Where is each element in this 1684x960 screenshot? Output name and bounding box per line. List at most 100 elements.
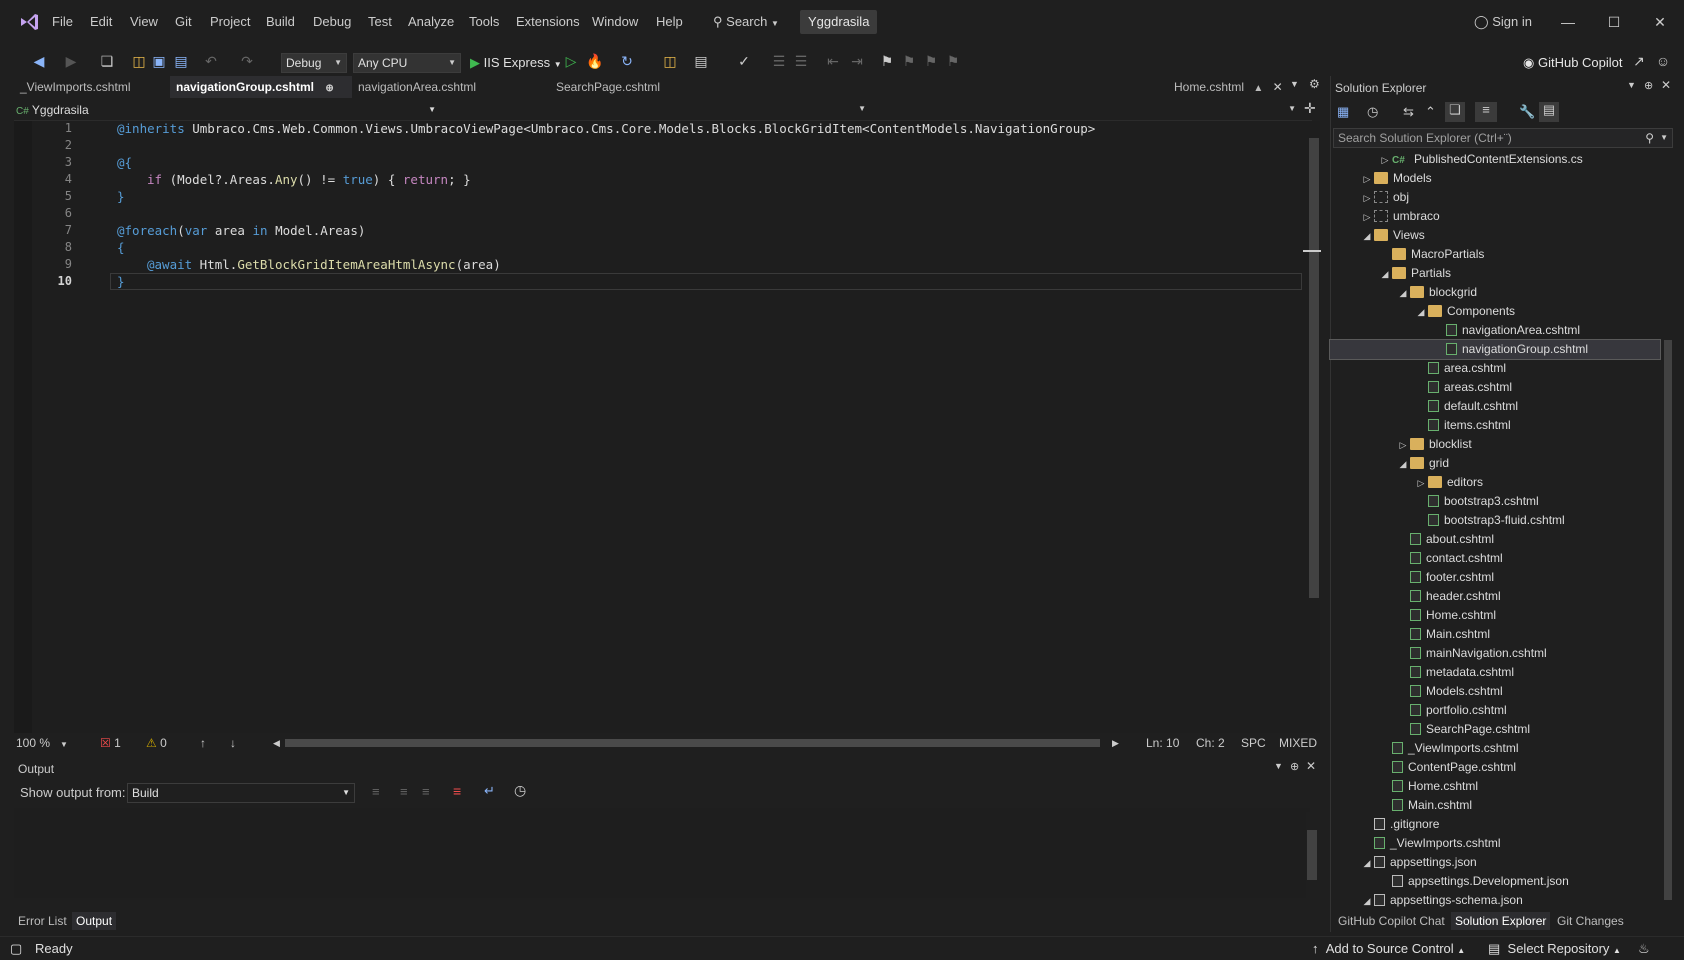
tree-item[interactable]: Models.cshtml <box>1330 682 1660 701</box>
tree-item[interactable]: areas.cshtml <box>1330 378 1660 397</box>
tree-item-selected[interactable]: navigationGroup.cshtml <box>1329 339 1661 360</box>
code-line-10[interactable]: } <box>117 273 125 290</box>
redo-icon[interactable]: ↷ <box>236 50 258 72</box>
window-position-icon[interactable]: ▼ <box>1274 761 1283 771</box>
notifications-bell-icon[interactable]: ♨ <box>1638 940 1650 958</box>
code-line-1[interactable]: @inherits Umbraco.Cms.Web.Common.Views.U… <box>117 120 1095 137</box>
save-icon[interactable]: ▣ <box>148 50 170 72</box>
menu-extensions[interactable]: Extensions <box>514 12 582 32</box>
filter-icon[interactable]: ≡ <box>1475 102 1497 122</box>
layout-icon[interactable]: ▤ <box>690 50 712 72</box>
forward-icon[interactable]: ▶ <box>60 50 82 72</box>
type-dropdown[interactable]: ▼ <box>446 101 870 119</box>
char-indicator[interactable]: Ch: 2 <box>1196 735 1225 751</box>
tree-item[interactable]: ◢ Components <box>1330 302 1660 321</box>
tree-item[interactable]: header.cshtml <box>1330 587 1660 606</box>
tab-github-copilot-chat[interactable]: GitHub Copilot Chat <box>1334 912 1449 930</box>
tab-searchpage[interactable]: SearchPage.cshtml <box>550 76 670 98</box>
pending-changes-icon[interactable]: ◷ <box>1367 104 1378 120</box>
tab-overflow-icon[interactable]: ▼ <box>1290 79 1299 89</box>
menu-edit[interactable]: Edit <box>88 12 114 32</box>
line-ending-indicator[interactable]: MIXED <box>1279 735 1317 751</box>
close-window-button[interactable]: ✕ <box>1638 8 1682 36</box>
menu-debug[interactable]: Debug <box>311 12 353 32</box>
window-position-icon[interactable]: ▼ <box>1627 80 1636 90</box>
switch-views-icon[interactable]: ▦ <box>1337 104 1349 120</box>
hot-reload-icon[interactable]: 🔥 <box>584 50 606 72</box>
minimize-button[interactable]: — <box>1546 8 1590 36</box>
menu-tools[interactable]: Tools <box>467 12 501 32</box>
preview-icon[interactable]: ▤ <box>1539 102 1559 122</box>
scrollbar-thumb[interactable] <box>1307 830 1317 880</box>
new-project-icon[interactable]: ❏ <box>96 50 118 72</box>
save-all-icon[interactable]: ▤ <box>170 50 192 72</box>
visual-studio-logo-icon[interactable] <box>18 11 40 33</box>
expand-toggle-icon[interactable]: ▷ <box>1360 208 1374 227</box>
tree-item[interactable]: ◢ blockgrid <box>1330 283 1660 302</box>
tree-item[interactable]: footer.cshtml <box>1330 568 1660 587</box>
expand-toggle-icon[interactable]: ◢ <box>1360 854 1374 873</box>
code-line-7[interactable]: @foreach(var area in Model.Areas) <box>117 222 365 239</box>
tree-item[interactable]: ContentPage.cshtml <box>1330 758 1660 777</box>
uncomment-icon[interactable]: ☰ <box>790 50 812 72</box>
bookmark-icon[interactable]: ⚑ <box>876 50 898 72</box>
refresh-icon[interactable]: ↻ <box>616 50 638 72</box>
code-editor[interactable] <box>14 121 1312 733</box>
menu-view[interactable]: View <box>128 12 160 32</box>
tree-item[interactable]: Home.cshtml <box>1330 777 1660 796</box>
tab-solution-explorer[interactable]: Solution Explorer <box>1451 912 1551 930</box>
properties-icon[interactable]: 🔧 <box>1519 104 1535 120</box>
output-status-icon[interactable]: ▢ <box>10 940 22 958</box>
browse-folder-icon[interactable]: ◫ <box>659 50 681 72</box>
prev-bookmark-icon[interactable]: ⚑ <box>898 50 920 72</box>
tab-output[interactable]: Output <box>72 912 117 930</box>
expand-toggle-icon[interactable]: ▷ <box>1360 170 1374 189</box>
code-line-9[interactable]: @await Html.GetBlockGridItemAreaHtmlAsyn… <box>147 256 501 273</box>
tab-viewimports[interactable]: _ViewImports.cshtml <box>14 76 170 98</box>
expand-toggle-icon[interactable]: ◢ <box>1396 284 1410 303</box>
editor-horizontal-scrollbar[interactable] <box>285 739 1100 747</box>
whitespace-indicator[interactable]: SPC <box>1241 735 1266 751</box>
tree-item[interactable]: .gitignore <box>1330 815 1660 834</box>
undo-icon[interactable]: ↶ <box>200 50 222 72</box>
scroll-right-icon[interactable]: ▶ <box>1112 735 1119 751</box>
output-source-select[interactable]: Build ▼ <box>127 783 355 803</box>
tree-item[interactable]: ▷ obj <box>1330 188 1660 207</box>
menu-build[interactable]: Build <box>264 12 297 32</box>
start-without-debugging-icon[interactable]: ▷ <box>560 50 582 72</box>
line-indicator[interactable]: Ln: 10 <box>1146 735 1179 751</box>
tree-item[interactable]: ▷ blocklist <box>1330 435 1660 454</box>
solution-explorer-search-input[interactable]: Search Solution Explorer (Ctrl+¨) ⚲ ▼ <box>1333 128 1673 148</box>
pinned-icon[interactable]: ▲ <box>1253 83 1263 94</box>
tree-item[interactable]: ◢ Views <box>1330 226 1660 245</box>
expand-toggle-icon[interactable]: ▷ <box>1378 151 1392 170</box>
show-all-files-icon[interactable]: ❏ <box>1445 102 1465 122</box>
open-folder-icon[interactable]: ◫ <box>128 50 150 72</box>
feedback-icon[interactable]: ☺ <box>1652 50 1674 72</box>
expand-toggle-icon[interactable]: ◢ <box>1360 227 1374 246</box>
close-tab-icon[interactable]: ✕ <box>1273 80 1283 94</box>
close-pane-icon[interactable]: ✕ <box>1661 78 1671 92</box>
tree-item[interactable]: mainNavigation.cshtml <box>1330 644 1660 663</box>
tree-item[interactable]: ▷ umbraco <box>1330 207 1660 226</box>
share-icon[interactable]: ↗ <box>1628 50 1650 72</box>
code-line-3[interactable]: @{ <box>117 154 132 171</box>
start-debugging-button[interactable]: ▶ IIS Express ▼ <box>470 53 562 73</box>
tree-item[interactable]: ▷ editors <box>1330 473 1660 492</box>
spell-check-icon[interactable]: ✓ <box>733 50 755 72</box>
menu-help[interactable]: Help <box>654 12 685 32</box>
tree-item[interactable]: Home.cshtml <box>1330 606 1660 625</box>
tree-item[interactable]: ◢ appsettings.json <box>1330 853 1660 872</box>
menu-project[interactable]: Project <box>208 12 252 32</box>
add-to-source-control-button[interactable]: ↑ Add to Source Control ▲ <box>1312 940 1465 958</box>
expand-toggle-icon[interactable]: ▷ <box>1414 474 1428 493</box>
tree-item[interactable]: Main.cshtml <box>1330 625 1660 644</box>
menu-file[interactable]: File <box>50 12 75 32</box>
warning-count[interactable]: ⚠ 0 <box>146 735 167 751</box>
tree-item[interactable]: Main.cshtml <box>1330 796 1660 815</box>
pin-icon[interactable]: ⊕ <box>1290 760 1299 773</box>
word-wrap-icon[interactable]: ↵ <box>484 783 495 799</box>
search-button[interactable]: ⚲ Search ▼ <box>713 11 779 33</box>
timestamp-icon[interactable]: ◷ <box>514 782 526 799</box>
next-message-icon[interactable]: ≡ <box>422 784 430 799</box>
